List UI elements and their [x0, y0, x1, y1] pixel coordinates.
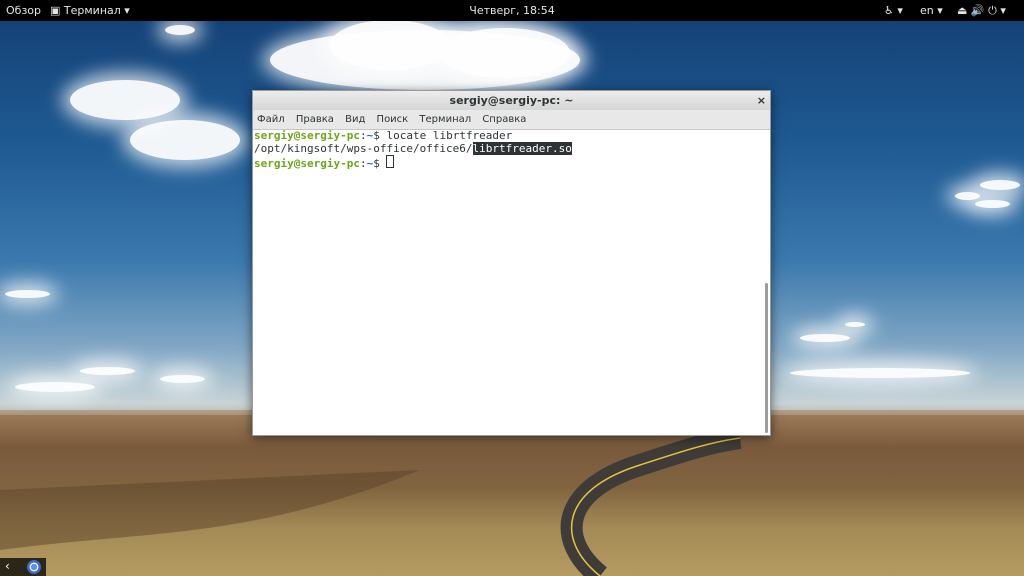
cloud	[70, 80, 180, 120]
cloud	[955, 192, 980, 200]
window-titlebar[interactable]: sergiy@sergiy-pc: ~ ×	[253, 91, 770, 110]
terminal-output[interactable]: sergiy@sergiy-pc:~$ locate librtfreader …	[253, 129, 770, 435]
prompt-end: $	[373, 129, 387, 142]
app-menu-label: Терминал	[63, 4, 121, 17]
accessibility-menu[interactable]: ♿ ▾	[884, 4, 903, 17]
overview-button[interactable]: Обзор	[6, 4, 41, 17]
cloud	[975, 200, 1010, 208]
cloud	[980, 180, 1020, 190]
bottom-dock: ‹	[0, 558, 46, 576]
terminal-app-icon: ▣	[50, 4, 61, 17]
chrome-icon[interactable]	[27, 560, 41, 574]
terminal-line: sergiy@sergiy-pc:~$ locate librtfreader	[254, 129, 770, 142]
network-icon: ⏏	[957, 4, 968, 17]
text-cursor	[386, 155, 395, 168]
menu-edit[interactable]: Правка	[296, 114, 334, 125]
prompt-user: sergiy@sergiy-pc	[254, 157, 360, 170]
terminal-line: /opt/kingsoft/wps-office/office6/librtfr…	[254, 142, 770, 155]
scrollbar[interactable]	[764, 129, 768, 433]
prompt-sep: :	[359, 129, 367, 142]
chevron-down-icon: ▾	[937, 4, 943, 17]
clock-area: Четверг, 18:54	[0, 4, 1024, 17]
desktop: Обзор ▣ Терминал ▾ Четверг, 18:54 ♿ ▾ en…	[0, 0, 1024, 576]
desert-road	[0, 430, 742, 576]
chevron-down-icon: ▾	[124, 4, 130, 17]
clock-button[interactable]: Четверг, 18:54	[469, 4, 554, 17]
cloud	[130, 120, 240, 160]
menu-search[interactable]: Поиск	[377, 114, 409, 125]
cloud	[5, 290, 50, 298]
chevron-down-icon: ▾	[897, 4, 903, 17]
close-button[interactable]: ×	[757, 91, 766, 110]
prompt-sep: :	[359, 157, 367, 170]
volume-icon: 🔊	[970, 4, 985, 17]
terminal-window[interactable]: sergiy@sergiy-pc: ~ × Файл Правка Вид По…	[252, 90, 771, 436]
cloud	[845, 322, 865, 327]
power-icon: ⏻	[988, 4, 997, 17]
window-title: sergiy@sergiy-pc: ~	[449, 94, 574, 107]
chevron-down-icon: ▾	[1000, 4, 1006, 17]
menu-terminal[interactable]: Терминал	[419, 114, 471, 125]
command-text: locate librtfreader	[386, 129, 513, 142]
prompt-user: sergiy@sergiy-pc	[254, 129, 360, 142]
menu-view[interactable]: Вид	[345, 114, 365, 125]
cloud	[800, 334, 850, 342]
language-label: en	[920, 4, 934, 17]
menu-help[interactable]: Справка	[482, 114, 526, 125]
cloud	[80, 367, 135, 375]
terminal-line: sergiy@sergiy-pc:~$	[254, 155, 770, 170]
accessibility-icon: ♿	[884, 4, 894, 17]
output-text: /opt/kingsoft/wps-office/office6/	[254, 142, 473, 155]
cloud	[440, 28, 570, 78]
language-menu[interactable]: en ▾	[920, 4, 943, 17]
scrollbar-thumb[interactable]	[765, 283, 768, 433]
terminal-menubar: Файл Правка Вид Поиск Терминал Справка	[253, 110, 770, 130]
chevron-left-icon[interactable]: ‹	[5, 559, 10, 573]
cloud	[165, 25, 195, 35]
system-menu[interactable]: ⏏ 🔊 ⏻ ▾	[957, 4, 1006, 18]
menu-file[interactable]: Файл	[257, 114, 285, 125]
cloud	[330, 20, 450, 70]
selected-text[interactable]: librtfreader.so	[472, 142, 572, 155]
cloud	[15, 382, 95, 392]
cloud	[160, 375, 205, 383]
cloud	[790, 368, 970, 378]
prompt-end: $	[373, 157, 387, 170]
app-menu-button[interactable]: ▣ Терминал ▾	[50, 4, 130, 17]
top-bar: Обзор ▣ Терминал ▾ Четверг, 18:54 ♿ ▾ en…	[0, 0, 1024, 21]
